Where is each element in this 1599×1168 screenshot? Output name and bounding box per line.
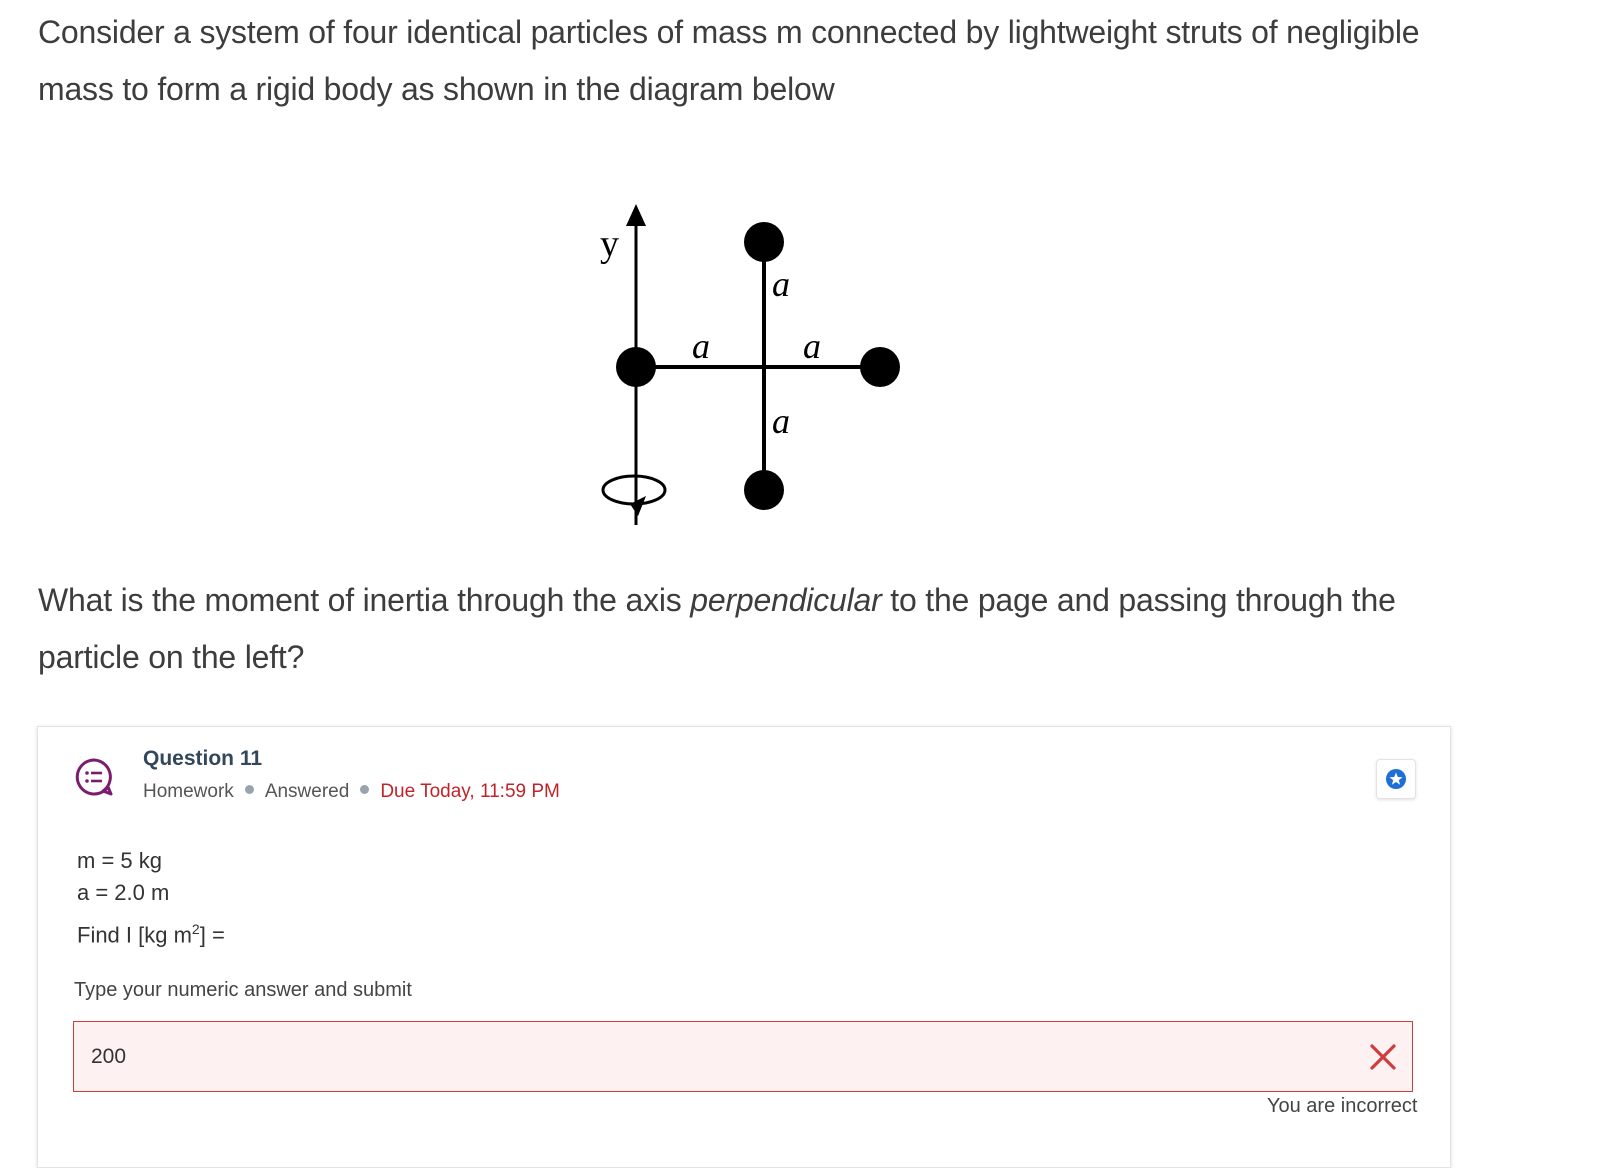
find-exponent: 2 (191, 921, 200, 937)
meta-separator (360, 785, 370, 795)
label-left-a: a (692, 326, 710, 366)
question-meta: Homework Answered Due Today, 11:59 PM (143, 781, 560, 803)
question-status: Answered (264, 781, 350, 802)
particle-right (860, 347, 900, 387)
question-card: Question 11 Homework Answered Due Today, 1… (37, 726, 1451, 1168)
given-values: m = 5 kg a = 2.0 m Find I [kg m2] = (77, 845, 225, 948)
rotation-icon (601, 474, 667, 506)
question-type: Homework (143, 781, 234, 802)
find-suffix: ] = (199, 922, 225, 948)
bookmark-button[interactable] (1376, 759, 1416, 799)
answer-field-container (73, 1021, 1413, 1092)
rigid-body-diagram: y a a a a (600, 204, 900, 525)
particle-bottom (744, 470, 784, 510)
label-right-a: a (803, 326, 821, 366)
close-icon (1370, 1044, 1396, 1070)
question-due: Due Today, 11:59 PM (380, 781, 560, 802)
question-prompt-part1: What is the moment of inertia through th… (38, 582, 691, 618)
particle-top (744, 222, 784, 262)
particle-left (616, 347, 656, 387)
answer-instruction: Type your numeric answer and submit (74, 979, 412, 1001)
y-axis-arrow (626, 204, 646, 226)
question-prompt-emphasis: perpendicular (690, 582, 882, 618)
star-icon (1386, 769, 1406, 789)
rotation-arrow (630, 496, 646, 516)
problem-intro: Consider a system of four identical part… (38, 14, 1420, 107)
y-axis-label: y (600, 223, 619, 265)
label-bottom-a: a (772, 401, 790, 441)
given-mass: m = 5 kg (77, 848, 162, 873)
answer-input[interactable] (91, 1042, 1291, 1072)
label-top-a: a (772, 264, 790, 304)
question-title: Question 11 (143, 747, 263, 770)
find-prompt: Find I [kg m2] = (77, 913, 225, 948)
meta-separator (244, 785, 254, 795)
question-prompt: What is the moment of inertia through th… (38, 572, 1498, 686)
find-prefix: Find I [kg m (77, 922, 192, 948)
given-length: a = 2.0 m (77, 880, 170, 905)
list-chat-icon (75, 758, 113, 796)
feedback-message: You are incorrect (1267, 1095, 1418, 1117)
